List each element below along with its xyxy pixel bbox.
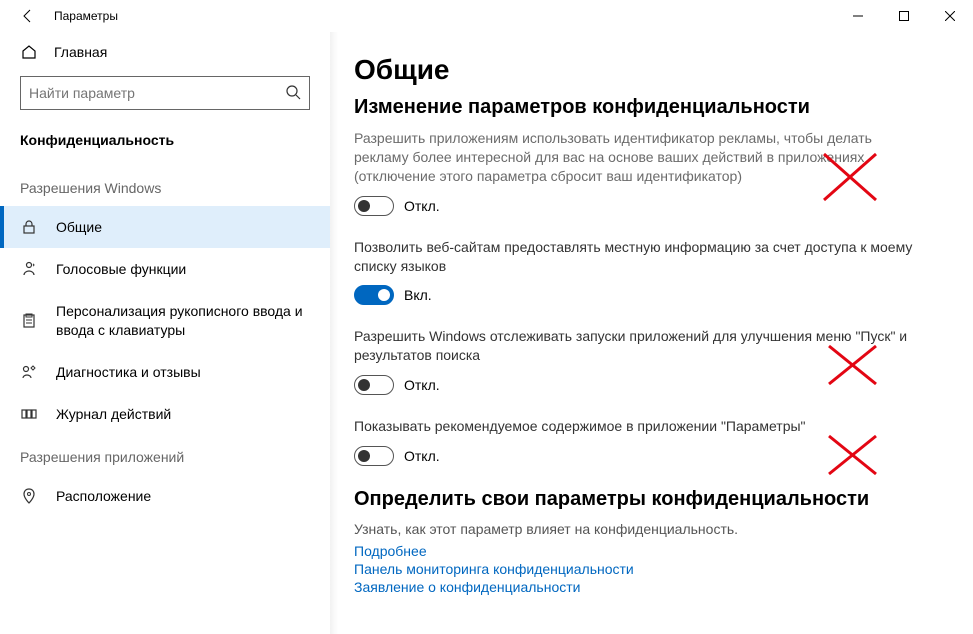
clipboard-icon <box>20 313 38 329</box>
sidebar-item-diagnostics[interactable]: Диагностика и отзывы <box>0 351 330 393</box>
minimize-button[interactable] <box>835 0 881 32</box>
setting-app-launches: Разрешить Windows отслеживать запуски пр… <box>354 327 914 395</box>
sidebar-item-label: Общие <box>56 218 102 236</box>
lock-icon <box>20 219 38 235</box>
link-privacy-statement[interactable]: Заявление о конфиденциальности <box>354 579 941 595</box>
toggle-state: Откл. <box>404 198 440 214</box>
titlebar: Параметры <box>0 0 973 32</box>
toggle-language-list[interactable] <box>354 285 394 305</box>
sidebar-item-speech[interactable]: Голосовые функции <box>0 248 330 290</box>
page-subtitle: Изменение параметров конфиденциальности <box>354 96 941 119</box>
toggle-app-launches[interactable] <box>354 375 394 395</box>
link-privacy-dashboard[interactable]: Панель мониторинга конфиденциальности <box>354 561 941 577</box>
setting-desc: Показывать рекомендуемое содержимое в пр… <box>354 417 914 436</box>
sidebar-group-apps: Разрешения приложений <box>0 435 330 475</box>
sidebar-group-windows: Разрешения Windows <box>0 166 330 206</box>
sidebar-item-inking[interactable]: Персонализация рукописного ввода и ввода… <box>0 290 330 350</box>
links-heading: Определить свои параметры конфиденциальн… <box>354 488 941 511</box>
content-area: Общие Изменение параметров конфиденциаль… <box>330 32 973 634</box>
links-subtext: Узнать, как этот параметр влияет на конф… <box>354 521 941 537</box>
toggle-state: Откл. <box>404 448 440 464</box>
toggle-suggested-content[interactable] <box>354 446 394 466</box>
sidebar-item-activity[interactable]: Журнал действий <box>0 393 330 435</box>
home-nav[interactable]: Главная <box>0 32 330 68</box>
toggle-advertising-id[interactable] <box>354 196 394 216</box>
page-title: Общие <box>354 54 941 86</box>
toggle-state: Откл. <box>404 377 440 393</box>
speech-icon <box>20 261 38 277</box>
sidebar-item-label: Расположение <box>56 487 151 505</box>
location-icon <box>20 488 38 504</box>
feedback-icon <box>20 364 38 380</box>
back-button[interactable] <box>8 0 48 32</box>
sidebar-item-location[interactable]: Расположение <box>0 475 330 517</box>
maximize-button[interactable] <box>881 0 927 32</box>
home-icon <box>20 44 38 60</box>
sidebar-item-label: Журнал действий <box>56 405 171 423</box>
activity-icon <box>20 406 38 422</box>
sidebar-item-label: Голосовые функции <box>56 260 186 278</box>
search-input[interactable] <box>29 85 285 101</box>
sidebar-section-title: Конфиденциальность <box>0 122 330 166</box>
setting-desc: Разрешить Windows отслеживать запуски пр… <box>354 327 914 365</box>
sidebar-item-label: Персонализация рукописного ввода и ввода… <box>56 302 310 338</box>
setting-desc: Позволить веб-сайтам предоставлять местн… <box>354 238 914 276</box>
setting-desc: Разрешить приложениям использовать идент… <box>354 129 914 186</box>
search-box[interactable] <box>20 76 310 110</box>
sidebar-item-general[interactable]: Общие <box>0 206 330 248</box>
toggle-state: Вкл. <box>404 287 432 303</box>
setting-advertising-id: Разрешить приложениям использовать идент… <box>354 129 914 216</box>
sidebar: Главная Конфиденциальность Разрешения Wi… <box>0 32 330 634</box>
search-icon <box>285 84 301 103</box>
setting-suggested-content: Показывать рекомендуемое содержимое в пр… <box>354 417 914 466</box>
setting-language-list: Позволить веб-сайтам предоставлять местн… <box>354 238 914 306</box>
home-label: Главная <box>54 44 107 60</box>
sidebar-item-label: Диагностика и отзывы <box>56 363 201 381</box>
close-button[interactable] <box>927 0 973 32</box>
link-learn-more[interactable]: Подробнее <box>354 543 941 559</box>
window-title: Параметры <box>54 9 118 23</box>
